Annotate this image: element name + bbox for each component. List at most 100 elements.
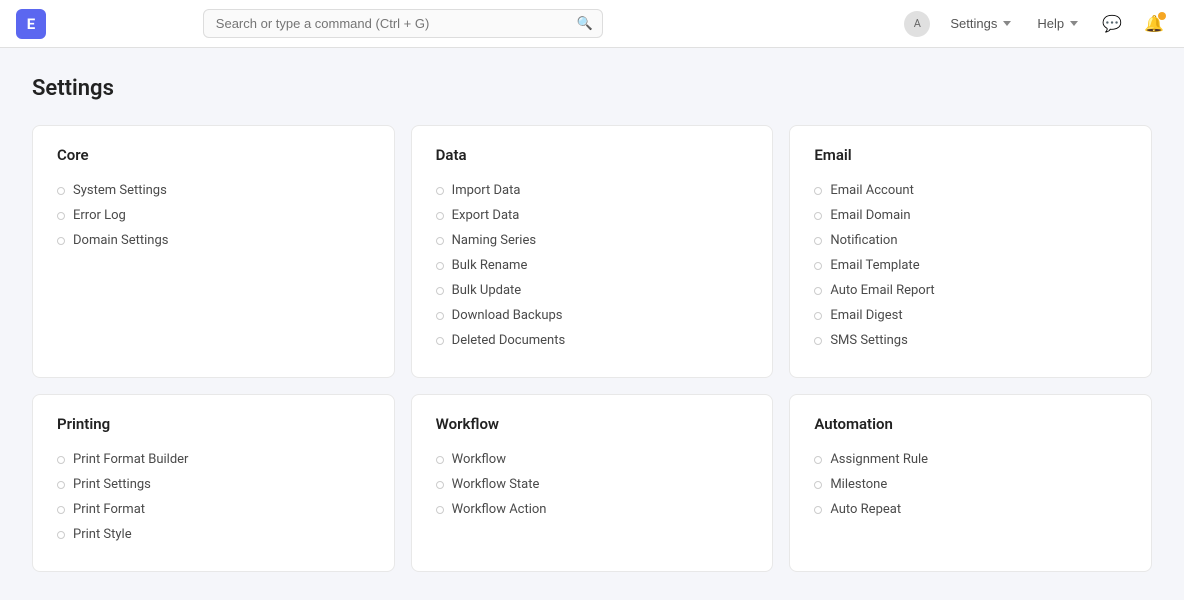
- list-item-label: SMS Settings: [830, 333, 907, 348]
- app-logo[interactable]: E: [16, 9, 46, 39]
- list-item[interactable]: Email Digest: [814, 303, 1127, 328]
- list-item[interactable]: Email Domain: [814, 203, 1127, 228]
- list-dot-icon: [814, 237, 822, 245]
- list-dot-icon: [436, 337, 444, 345]
- list-item-label: Print Style: [73, 527, 132, 542]
- list-dot-icon: [814, 287, 822, 295]
- card-workflow: Workflow Workflow Workflow State Workflow A…: [411, 394, 774, 572]
- list-item-label: Email Domain: [830, 208, 910, 223]
- list-dot-icon: [57, 187, 65, 195]
- search-icon: 🔍: [577, 16, 593, 31]
- list-dot-icon: [57, 456, 65, 464]
- list-item-label: System Settings: [73, 183, 167, 198]
- card-title-email: Email: [814, 146, 1127, 164]
- list-item-label: Notification: [830, 233, 897, 248]
- list-item[interactable]: Assignment Rule: [814, 447, 1127, 472]
- notification-button[interactable]: 🔔: [1140, 10, 1168, 38]
- list-dot-icon: [436, 237, 444, 245]
- list-dot-icon: [57, 237, 65, 245]
- list-item-label: Domain Settings: [73, 233, 168, 248]
- list-item[interactable]: Workflow: [436, 447, 749, 472]
- list-item-label: Bulk Rename: [452, 258, 528, 273]
- notification-dot: [1158, 12, 1166, 20]
- avatar[interactable]: A: [904, 11, 930, 37]
- card-title-printing: Printing: [57, 415, 370, 433]
- card-list-data: Import Data Export Data Naming Series Bulk …: [436, 178, 749, 353]
- list-item-label: Workflow: [452, 452, 506, 467]
- card-data: Data Import Data Export Data Naming Series B…: [411, 125, 774, 378]
- list-item[interactable]: Deleted Documents: [436, 328, 749, 353]
- list-item-label: Workflow Action: [452, 502, 547, 517]
- list-item-label: Print Format: [73, 502, 145, 517]
- list-item[interactable]: Print Format: [57, 497, 370, 522]
- cards-grid: Core System Settings Error Log Domain Setti…: [32, 125, 1152, 572]
- list-item[interactable]: SMS Settings: [814, 328, 1127, 353]
- chevron-down-icon: [1070, 21, 1078, 26]
- chevron-down-icon: [1003, 21, 1011, 26]
- search-container: 🔍: [203, 9, 603, 38]
- list-dot-icon: [57, 212, 65, 220]
- list-item[interactable]: Domain Settings: [57, 228, 370, 253]
- list-item[interactable]: Workflow Action: [436, 497, 749, 522]
- list-dot-icon: [436, 312, 444, 320]
- card-automation: Automation Assignment Rule Milestone Auto R…: [789, 394, 1152, 572]
- list-item-label: Print Format Builder: [73, 452, 188, 467]
- list-item-label: Auto Email Report: [830, 283, 934, 298]
- list-item[interactable]: Print Format Builder: [57, 447, 370, 472]
- list-item-label: Import Data: [452, 183, 521, 198]
- list-item[interactable]: Error Log: [57, 203, 370, 228]
- list-dot-icon: [57, 531, 65, 539]
- card-title-data: Data: [436, 146, 749, 164]
- list-item[interactable]: Export Data: [436, 203, 749, 228]
- card-email: Email Email Account Email Domain Notificati…: [789, 125, 1152, 378]
- card-list-email: Email Account Email Domain Notification Ema…: [814, 178, 1127, 353]
- list-item[interactable]: Workflow State: [436, 472, 749, 497]
- list-dot-icon: [814, 312, 822, 320]
- list-item[interactable]: Download Backups: [436, 303, 749, 328]
- list-item[interactable]: System Settings: [57, 178, 370, 203]
- list-item-label: Download Backups: [452, 308, 563, 323]
- list-item[interactable]: Milestone: [814, 472, 1127, 497]
- list-item-label: Naming Series: [452, 233, 536, 248]
- list-item[interactable]: Naming Series: [436, 228, 749, 253]
- list-dot-icon: [814, 481, 822, 489]
- card-title-core: Core: [57, 146, 370, 164]
- navbar: E 🔍 A Settings Help 💬 🔔: [0, 0, 1184, 48]
- card-list-automation: Assignment Rule Milestone Auto Repeat: [814, 447, 1127, 522]
- list-dot-icon: [436, 506, 444, 514]
- list-dot-icon: [57, 481, 65, 489]
- card-title-automation: Automation: [814, 415, 1127, 433]
- list-dot-icon: [814, 456, 822, 464]
- list-item-label: Print Settings: [73, 477, 151, 492]
- list-dot-icon: [436, 212, 444, 220]
- list-item-label: Email Digest: [830, 308, 902, 323]
- chat-icon-button[interactable]: 💬: [1098, 10, 1126, 38]
- list-item[interactable]: Print Style: [57, 522, 370, 547]
- list-dot-icon: [57, 506, 65, 514]
- card-core: Core System Settings Error Log Domain Setti…: [32, 125, 395, 378]
- page-title: Settings: [32, 76, 1152, 101]
- card-list-core: System Settings Error Log Domain Settings: [57, 178, 370, 253]
- list-dot-icon: [436, 481, 444, 489]
- card-printing: Printing Print Format Builder Print Settin…: [32, 394, 395, 572]
- list-item[interactable]: Email Account: [814, 178, 1127, 203]
- list-item[interactable]: Bulk Update: [436, 278, 749, 303]
- list-dot-icon: [814, 262, 822, 270]
- list-item[interactable]: Notification: [814, 228, 1127, 253]
- search-input[interactable]: [203, 9, 603, 38]
- list-item[interactable]: Bulk Rename: [436, 253, 749, 278]
- list-item[interactable]: Import Data: [436, 178, 749, 203]
- list-item-label: Milestone: [830, 477, 887, 492]
- card-title-workflow: Workflow: [436, 415, 749, 433]
- list-item[interactable]: Print Settings: [57, 472, 370, 497]
- list-item-label: Bulk Update: [452, 283, 522, 298]
- settings-button[interactable]: Settings: [944, 12, 1017, 35]
- list-item-label: Error Log: [73, 208, 126, 223]
- list-item[interactable]: Auto Email Report: [814, 278, 1127, 303]
- list-item[interactable]: Auto Repeat: [814, 497, 1127, 522]
- list-item[interactable]: Email Template: [814, 253, 1127, 278]
- main-content: Settings Core System Settings Error Log Dom…: [0, 48, 1184, 600]
- list-dot-icon: [814, 212, 822, 220]
- help-button[interactable]: Help: [1031, 12, 1084, 35]
- card-list-printing: Print Format Builder Print Settings Print …: [57, 447, 370, 547]
